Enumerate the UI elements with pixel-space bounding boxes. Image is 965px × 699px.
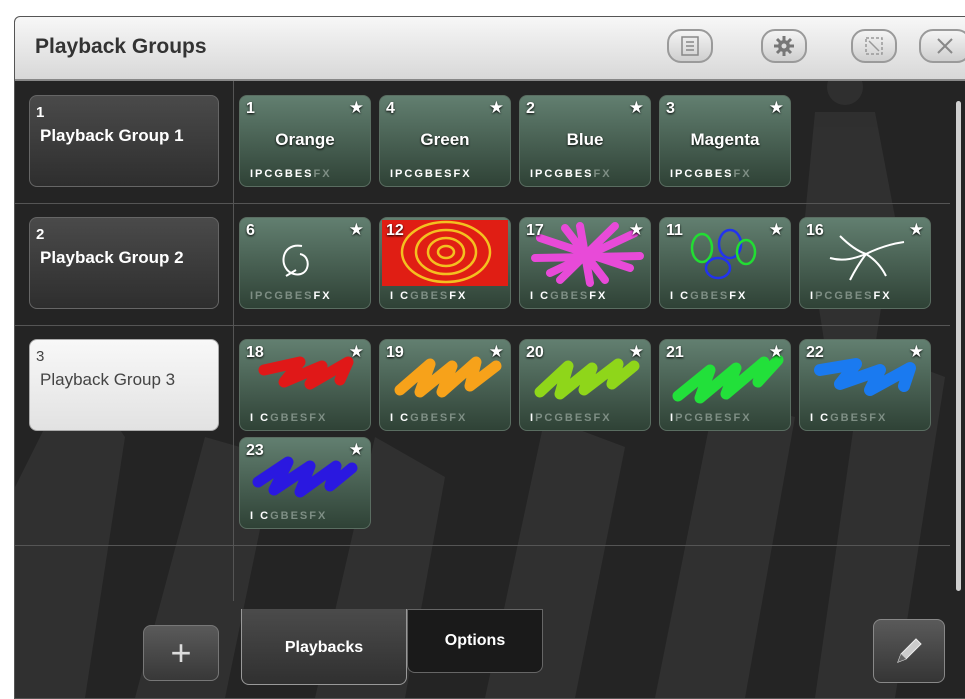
bottom-bar: + Playbacks Options [15, 601, 965, 698]
tab-options[interactable]: Options [407, 609, 543, 673]
gear-icon [774, 36, 794, 56]
row-divider [15, 325, 950, 326]
groups-column: 1 Playback Group 1 2 Playback Group 2 3 … [15, 81, 234, 601]
playback-group-3[interactable]: 3 Playback Group 3 [29, 339, 219, 431]
settings-button[interactable] [761, 29, 807, 63]
tab-playbacks[interactable]: Playbacks [241, 609, 407, 685]
group-number: 1 [36, 104, 45, 121]
attribute-flags: I CGBESFX [250, 412, 328, 424]
playback-number: 21 [666, 344, 684, 361]
group-name: Playback Group 1 [40, 126, 184, 145]
list-icon [681, 36, 699, 56]
star-icon: ★ [488, 98, 504, 117]
playback-number: 22 [806, 344, 824, 361]
edit-button[interactable] [873, 619, 945, 683]
playback-number: 2 [526, 100, 535, 117]
window-title: Playback Groups [35, 35, 207, 58]
attribute-flags: I CGBESFX [390, 412, 468, 424]
attribute-flags: IPCGBESFX [390, 168, 472, 180]
playback-number: 3 [666, 100, 675, 117]
close-icon [937, 38, 953, 54]
playback-tile-1[interactable]: 1 ★ Orange IPCGBESFX [239, 95, 371, 187]
playback-tile-16[interactable]: 16 ★ IPCGBESFX [799, 217, 931, 309]
attribute-flags: I CGBESFX [530, 290, 608, 302]
close-button[interactable] [919, 29, 965, 63]
star-icon: ★ [628, 220, 644, 239]
attribute-flags: IPCGBESFX [810, 290, 892, 302]
star-icon: ★ [628, 98, 644, 117]
attribute-flags: I CGBESFX [390, 290, 468, 302]
playback-tile-3[interactable]: 3 ★ Magenta IPCGBESFX [659, 95, 791, 187]
star-icon: ★ [348, 342, 364, 361]
playback-number: 19 [386, 344, 404, 361]
playback-tile-23[interactable]: 23 ★ I CGBESFX [239, 437, 371, 529]
playback-name: Orange [275, 130, 335, 149]
playback-tile-17[interactable]: 17 ★ I CGBESFX [519, 217, 651, 309]
row-divider [15, 545, 950, 546]
star-icon: ★ [348, 220, 364, 239]
playback-name: Blue [566, 130, 604, 149]
attribute-flags: I CGBESFX [250, 510, 328, 522]
resize-icon [865, 37, 883, 55]
star-icon: ★ [348, 440, 364, 459]
attribute-flags: IPCGBESFX [250, 168, 332, 180]
row-divider [15, 203, 950, 204]
playback-number: 17 [526, 222, 544, 239]
menu-button[interactable] [667, 29, 713, 63]
star-icon: ★ [908, 220, 924, 239]
playback-tile-20[interactable]: 20 ★ IPCGBESFX [519, 339, 651, 431]
playback-name: Magenta [690, 130, 760, 149]
star-icon: ★ [348, 98, 364, 117]
playback-number: 4 [386, 100, 395, 117]
playback-tile-11[interactable]: 11 ★ I CGBESFX [659, 217, 791, 309]
group-name: Playback Group 2 [40, 248, 184, 267]
star-icon: ★ [628, 342, 644, 361]
playback-number: 20 [526, 344, 544, 361]
playback-number: 23 [246, 442, 264, 459]
attribute-flags: I CGBESFX [810, 412, 888, 424]
add-group-button[interactable]: + [143, 625, 219, 681]
star-icon: ★ [768, 98, 784, 117]
title-bar: Playback Groups [15, 17, 965, 81]
playback-groups-window: Playback Groups 1 Playback Group 1 2 Pla… [14, 16, 965, 699]
playback-group-1[interactable]: 1 Playback Group 1 [29, 95, 219, 187]
attribute-flags: IPCGBESFX [670, 412, 752, 424]
attribute-flags: I CGBESFX [670, 290, 748, 302]
pencil-icon [897, 638, 922, 663]
attribute-flags: IPCGBESFX [530, 412, 612, 424]
resize-button[interactable] [851, 29, 897, 63]
group-number: 3 [36, 348, 45, 365]
playback-tile-19[interactable]: 19 ★ I CGBESFX [379, 339, 511, 431]
playback-group-2[interactable]: 2 Playback Group 2 [29, 217, 219, 309]
star-icon: ★ [908, 342, 924, 361]
playback-tile-12[interactable]: 12 I CGBESFX [379, 217, 511, 309]
playback-number: 18 [246, 344, 264, 361]
star-icon: ★ [768, 342, 784, 361]
playback-number: 6 [246, 222, 255, 239]
playback-name: Green [420, 130, 470, 149]
star-icon: ★ [768, 220, 784, 239]
playback-tile-18[interactable]: 18 ★ I CGBESFX [239, 339, 371, 431]
playback-number: 1 [246, 100, 255, 117]
playback-number: 12 [386, 222, 404, 239]
group-name: Playback Group 3 [40, 370, 176, 389]
attribute-flags: IPCGBESFX [670, 168, 752, 180]
attribute-flags: IPCGBESFX [530, 168, 612, 180]
vertical-scrollbar[interactable] [956, 101, 961, 591]
playback-tile-2[interactable]: 2 ★ Blue IPCGBESFX [519, 95, 651, 187]
playback-tile-4[interactable]: 4 ★ Green IPCGBESFX [379, 95, 511, 187]
playback-tile-6[interactable]: 6 ★ IPCGBESFX [239, 217, 371, 309]
attribute-flags: IPCGBESFX [250, 290, 332, 302]
group-number: 2 [36, 226, 45, 243]
playback-number: 16 [806, 222, 824, 239]
star-icon: ★ [488, 342, 504, 361]
playback-tile-22[interactable]: 22 ★ I CGBESFX [799, 339, 931, 431]
playback-number: 11 [666, 222, 683, 239]
playback-tile-21[interactable]: 21 ★ IPCGBESFX [659, 339, 791, 431]
